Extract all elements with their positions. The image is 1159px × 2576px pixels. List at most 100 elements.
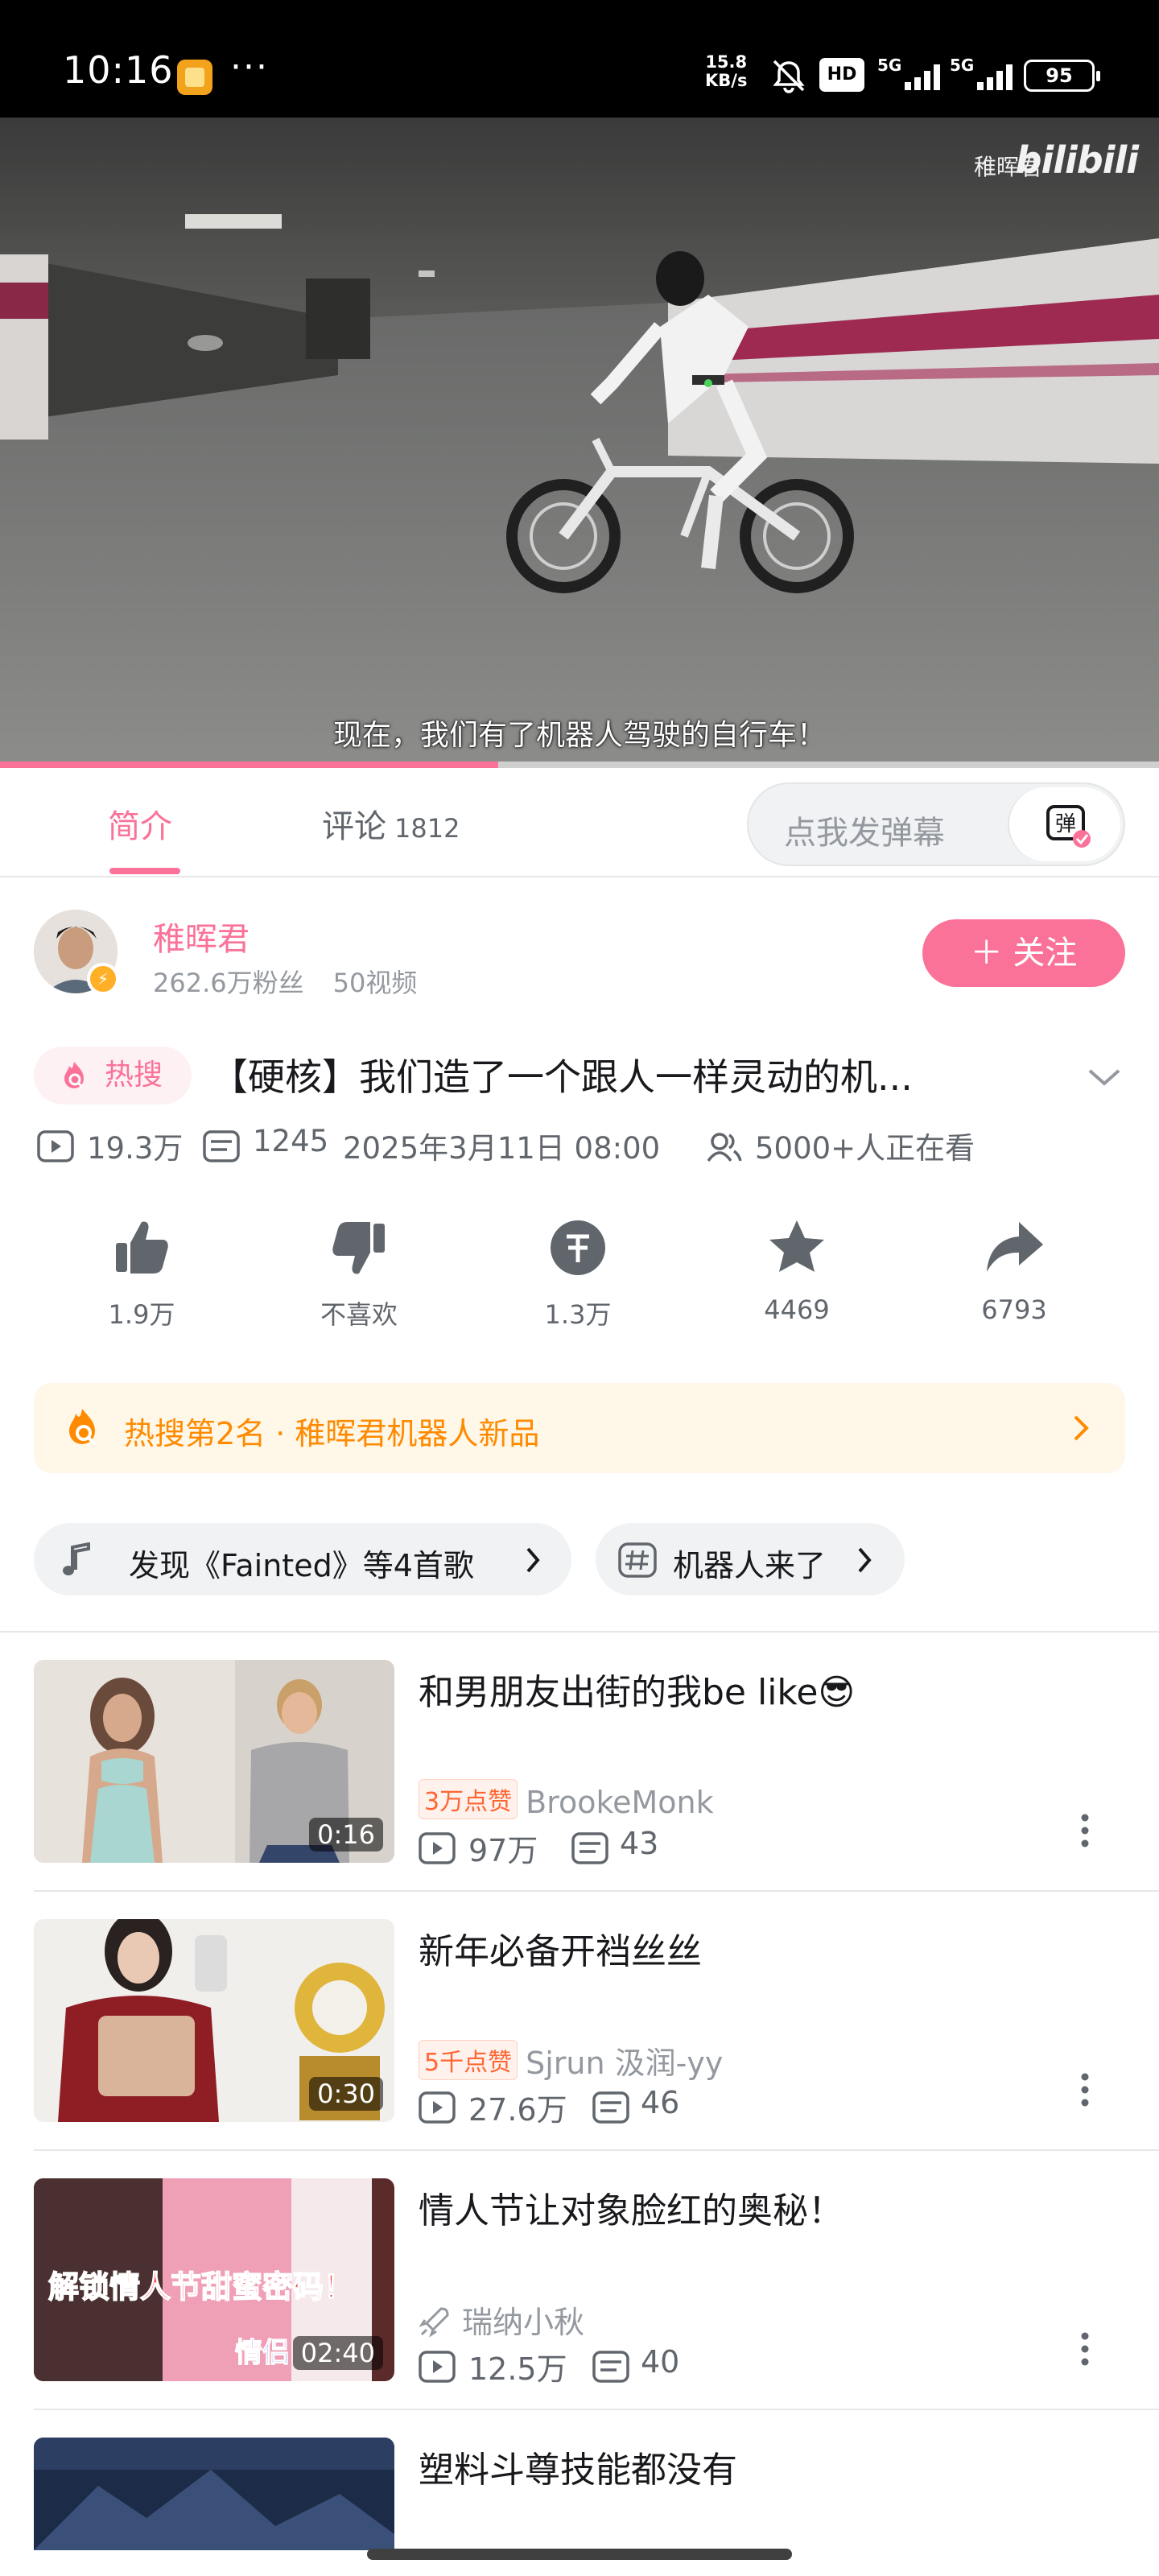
danmaku-placeholder: 点我发弹幕 (784, 815, 945, 852)
recommendation-title[interactable]: 塑料斗尊技能都没有 (419, 2441, 737, 2492)
recommendation-views: 27.6万 (468, 2092, 567, 2128)
signal-2-label: 5G (950, 56, 974, 75)
video-thumbnail[interactable]: 解锁情人节甜蜜密码！ 情侣 02:40 (34, 2178, 394, 2381)
recommendation-title[interactable]: 和男朋友出街的我be like😎 (419, 1663, 855, 1715)
danmaku-settings-button[interactable]: 弹 (1008, 787, 1120, 861)
hot-search-banner[interactable]: 热搜第2名 · 稚晖君机器人新品 (34, 1383, 1125, 1473)
topic-hashtag-icon (618, 1542, 657, 1578)
dislike-label: 不喜欢 (320, 1299, 398, 1330)
more-options-icon[interactable] (1080, 2331, 1090, 2367)
topic-chip-label: 机器人来了 (673, 1548, 827, 1583)
recommendation-title[interactable]: 新年必备开裆丝丝 (419, 1922, 702, 1974)
status-time: 10:16 (63, 48, 174, 92)
like-icon (116, 1221, 168, 1274)
verified-badge-icon: ⚡ (87, 963, 119, 995)
likes-badge: 3万点赞 (419, 1779, 518, 1819)
home-indicator[interactable] (367, 2549, 792, 2560)
battery-icon: 95 (1024, 60, 1100, 92)
share-button[interactable]: 6793 (942, 1216, 1087, 1325)
topic-chip[interactable]: 机器人来了 (596, 1523, 905, 1596)
video-thumbnail[interactable]: 0:30 (34, 1919, 394, 2122)
more-options-icon[interactable] (1080, 1813, 1090, 1848)
hot-search-text: 热搜第2名 · 稚晖君机器人新品 (124, 1416, 540, 1451)
thumbnail-caption-2: 情侣 (235, 2337, 290, 2369)
like-count: 1.9万 (108, 1299, 175, 1330)
list-item[interactable]: 塑料斗尊技能都没有 (34, 2438, 1125, 2550)
tab-active-indicator (109, 868, 180, 874)
recommendation-author-line: 瑞纳小秋 (419, 2297, 584, 2342)
video-progress-fill (0, 762, 499, 768)
app-screen: 10:16 ··· 15.8 KB/s HD 5G 5G 95 稚晖君 bili… (0, 0, 1159, 2576)
more-notifications-icon: ··· (230, 47, 269, 88)
bilibili-logo: bilibili (1015, 138, 1139, 182)
more-options-icon[interactable] (1080, 2072, 1090, 2107)
tab-intro[interactable]: 简介 (108, 800, 172, 847)
video-thumbnail[interactable]: 0:16 (34, 1660, 394, 1863)
video-progress-bar[interactable] (0, 762, 1159, 768)
recommendation-views: 12.5万 (468, 2351, 567, 2387)
hd-icon: HD (819, 58, 864, 92)
recommendation-views: 97万 (468, 1833, 538, 1868)
thumbnail-image (34, 2438, 394, 2550)
chevron-down-icon[interactable] (1085, 1061, 1124, 1093)
video-duration: 02:40 (292, 2336, 383, 2370)
like-button[interactable]: 1.9万 (69, 1216, 214, 1331)
recommendation-author: BrookeMonk (526, 1785, 714, 1820)
tab-comments[interactable]: 评论 1812 (322, 800, 460, 847)
publish-date: 2025年3月11日 08:00 (343, 1131, 661, 1166)
list-item[interactable]: 0:30 新年必备开裆丝丝 5千点赞 Sjrun 汲润-yy 27.6万 46 (34, 1919, 1125, 2128)
hot-search-badge[interactable]: 热搜 (34, 1046, 192, 1104)
coin-icon (551, 1220, 605, 1275)
uploader-fans: 262.6万粉丝 (153, 968, 304, 998)
recommendation-danmaku: 46 (641, 2085, 680, 2120)
mute-bell-icon (773, 60, 805, 93)
flame-search-icon (64, 1062, 84, 1088)
danmaku-count-icon (592, 2091, 629, 2124)
dislike-icon (332, 1222, 385, 1274)
recommendation-danmaku: 40 (641, 2344, 680, 2380)
recommendation-title[interactable]: 情人节让对象脸红的奥秘！ (419, 2182, 843, 2233)
favorite-button[interactable]: 4469 (724, 1216, 869, 1325)
list-item[interactable]: 0:16 和男朋友出街的我be like😎 3万点赞 BrookeMonk 97万… (34, 1660, 1125, 1868)
coin-button[interactable]: 1.3万 (505, 1216, 650, 1331)
uploader-videos: 50视频 (332, 968, 418, 998)
video-duration: 0:30 (309, 2077, 383, 2111)
chevron-right-icon (1074, 1415, 1089, 1441)
section-divider (0, 1631, 1159, 1633)
hot-search-badge-label: 热搜 (105, 1059, 163, 1092)
video-title[interactable]: 【硬核】我们造了一个跟人一样灵动的机... (211, 1048, 1064, 1101)
share-count: 6793 (981, 1294, 1047, 1325)
network-speed-value: 15.8 (705, 52, 748, 72)
favorite-star-icon (769, 1220, 824, 1272)
follow-button[interactable]: ＋ 关注 (922, 919, 1125, 987)
app-notification-icon (177, 60, 212, 95)
list-separator (34, 2409, 1159, 2410)
list-separator (34, 1890, 1159, 1892)
coin-count: 1.3万 (544, 1299, 612, 1330)
play-count-icon (37, 1130, 74, 1162)
play-count-icon (419, 2351, 456, 2383)
play-count-icon (419, 1832, 456, 1864)
uploader-stats: 262.6万粉丝 50视频 (153, 963, 417, 1000)
uploader-name[interactable]: 稚晖君 (153, 913, 250, 960)
chevron-right-icon (526, 1547, 540, 1573)
video-thumbnail[interactable] (34, 2438, 394, 2550)
danmaku-count: 1245 (253, 1124, 329, 1158)
danmaku-input[interactable]: 点我发弹幕 弹 (747, 782, 1125, 866)
rocket-icon (419, 2307, 449, 2338)
share-icon (987, 1222, 1043, 1272)
recommendation-author-line: 3万点赞 BrookeMonk (419, 1779, 714, 1820)
signal-icon-2: 5G (950, 56, 1013, 90)
video-frame (0, 118, 1159, 768)
tab-comments-label: 评论 (322, 808, 386, 845)
list-item[interactable]: 解锁情人节甜蜜密码！ 情侣 02:40 情人节让对象脸红的奥秘！ 瑞纳小秋 12… (34, 2178, 1125, 2387)
danmaku-count-icon (203, 1130, 240, 1162)
video-subtitle: 现在，我们有了机器人驾驶的自行车！ (332, 719, 826, 752)
network-speed-unit: KB/s (705, 71, 748, 90)
dislike-button[interactable]: 不喜欢 (287, 1216, 431, 1331)
danmaku-icon: 弹 (1046, 805, 1091, 848)
video-player[interactable]: 稚晖君 bilibili 现在，我们有了机器人驾驶的自行车！ (0, 118, 1159, 768)
music-chip[interactable]: 发现《Fainted》等4首歌 (34, 1523, 571, 1596)
favorite-count: 4469 (764, 1294, 830, 1325)
danmaku-icon-glyph: 弹 (1055, 812, 1076, 836)
